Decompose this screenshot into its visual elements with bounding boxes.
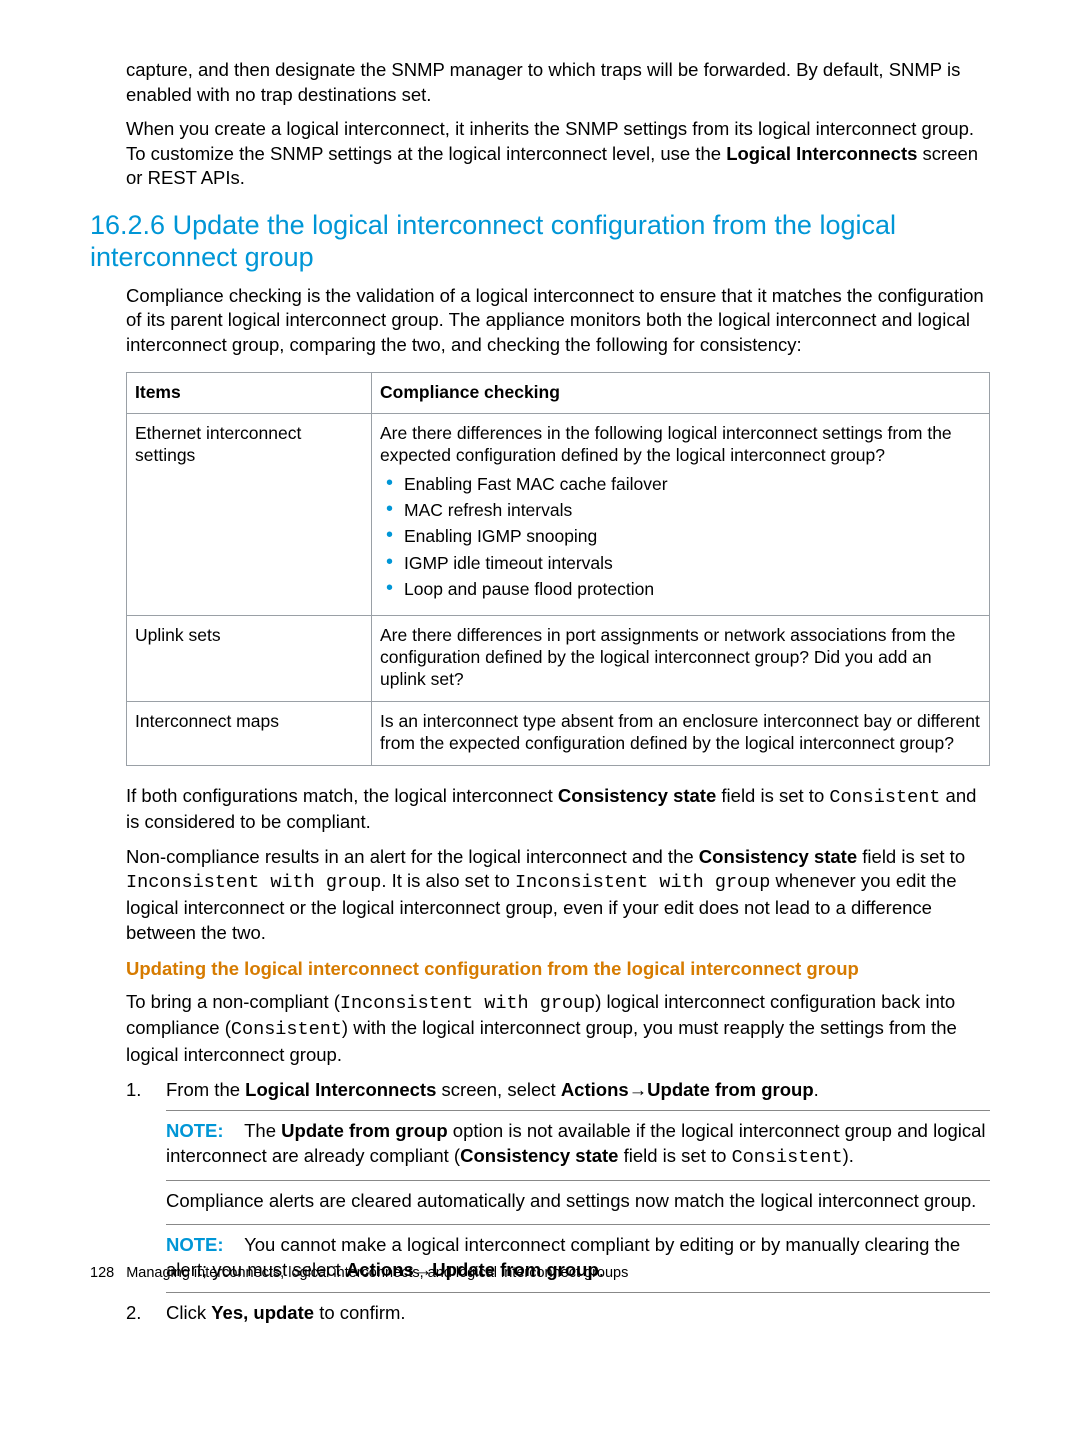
text: The — [244, 1120, 281, 1141]
text: screen, select — [436, 1079, 560, 1100]
code-text: Consistent — [732, 1147, 843, 1168]
post-table-p2: Non-compliance results in an alert for t… — [126, 845, 990, 945]
note-block: NOTE: The Update from group option is no… — [166, 1119, 990, 1170]
section-heading: 16.2.6 Update the logical interconnect c… — [90, 209, 990, 274]
bold-text: Consistency state — [699, 846, 857, 867]
bullet-list: Enabling Fast MAC cache failover MAC ref… — [380, 473, 981, 601]
bold-text: Update from group — [281, 1120, 448, 1141]
code-text: Inconsistent with group — [515, 872, 770, 893]
list-item: Loop and pause flood protection — [380, 578, 981, 600]
page-footer: 128 Managing interconnects, logical inter… — [90, 1264, 628, 1283]
text: ). — [843, 1145, 854, 1166]
text: Non-compliance results in an alert for t… — [126, 846, 699, 867]
table-row: Ethernet interconnect settings Are there… — [127, 413, 990, 615]
text: field is set to — [716, 785, 829, 806]
table-row: Uplink sets Are there differences in por… — [127, 615, 990, 701]
divider — [166, 1110, 990, 1111]
text: to confirm. — [314, 1302, 406, 1323]
bold-text: Update from group — [647, 1079, 814, 1100]
intro-block: capture, and then designate the SNMP man… — [126, 58, 990, 191]
intro-paragraph-1: capture, and then designate the SNMP man… — [126, 58, 990, 107]
code-text: Consistent — [829, 787, 940, 808]
table-cell-item: Interconnect maps — [127, 701, 372, 765]
text: Are there differences in the following l… — [380, 423, 952, 465]
bold-text: Yes, update — [211, 1302, 314, 1323]
divider — [166, 1292, 990, 1293]
text: field is set to — [857, 846, 965, 867]
step-1: From the Logical Interconnects screen, s… — [126, 1078, 990, 1294]
mid-paragraph: Compliance alerts are cleared automatica… — [166, 1189, 990, 1214]
table-row: Interconnect maps Is an interconnect typ… — [127, 701, 990, 765]
intro-paragraph-2: When you create a logical interconnect, … — [126, 117, 990, 191]
table-cell-item: Ethernet interconnect settings — [127, 413, 372, 615]
note-label: NOTE: — [166, 1120, 224, 1141]
table-cell-checking: Are there differences in the following l… — [372, 413, 990, 615]
table-cell-checking: Are there differences in port assignment… — [372, 615, 990, 701]
text: field is set to — [618, 1145, 731, 1166]
code-text: Inconsistent with group — [340, 993, 595, 1014]
bold-text: Logical Interconnects — [726, 143, 917, 164]
table-header-row: Items Compliance checking — [127, 372, 990, 413]
text: If both configurations match, the logica… — [126, 785, 558, 806]
steps-list: From the Logical Interconnects screen, s… — [126, 1078, 990, 1326]
table-cell-item: Uplink sets — [127, 615, 372, 701]
list-item: Enabling Fast MAC cache failover — [380, 473, 981, 495]
table-header-items: Items — [127, 372, 372, 413]
list-item: Enabling IGMP snooping — [380, 525, 981, 547]
subheading: Updating the logical interconnect config… — [126, 957, 990, 982]
code-text: Inconsistent with group — [126, 872, 381, 893]
table-header-checking: Compliance checking — [372, 372, 990, 413]
bold-text: Logical Interconnects — [245, 1079, 436, 1100]
compliance-table: Items Compliance checking Ethernet inter… — [126, 372, 990, 766]
list-item: MAC refresh intervals — [380, 499, 981, 521]
arrow-icon: → — [629, 1079, 648, 1100]
text: . It is also set to — [381, 870, 515, 891]
list-item: IGMP idle timeout intervals — [380, 552, 981, 574]
step-2: Click Yes, update to confirm. — [126, 1301, 990, 1326]
footer-text: Managing interconnects, logical intercon… — [126, 1265, 628, 1281]
code-text: Consistent — [231, 1019, 342, 1040]
bold-text: Consistency state — [460, 1145, 618, 1166]
bold-text: Consistency state — [558, 785, 716, 806]
note-label: NOTE: — [166, 1234, 224, 1255]
section-body: Compliance checking is the validation of… — [126, 284, 990, 1326]
page-number: 128 — [90, 1265, 114, 1281]
text: Click — [166, 1302, 211, 1323]
divider — [166, 1224, 990, 1225]
table-cell-checking: Is an interconnect type absent from an e… — [372, 701, 990, 765]
bold-text: Actions — [561, 1079, 629, 1100]
compliance-intro: Compliance checking is the validation of… — [126, 284, 990, 358]
text: . — [814, 1079, 819, 1100]
divider — [166, 1180, 990, 1181]
text: To bring a non-compliant ( — [126, 991, 340, 1012]
update-intro: To bring a non-compliant (Inconsistent w… — [126, 990, 990, 1068]
text: From the — [166, 1079, 245, 1100]
document-page: capture, and then designate the SNMP man… — [0, 0, 1080, 1326]
post-table-p1: If both configurations match, the logica… — [126, 784, 990, 835]
